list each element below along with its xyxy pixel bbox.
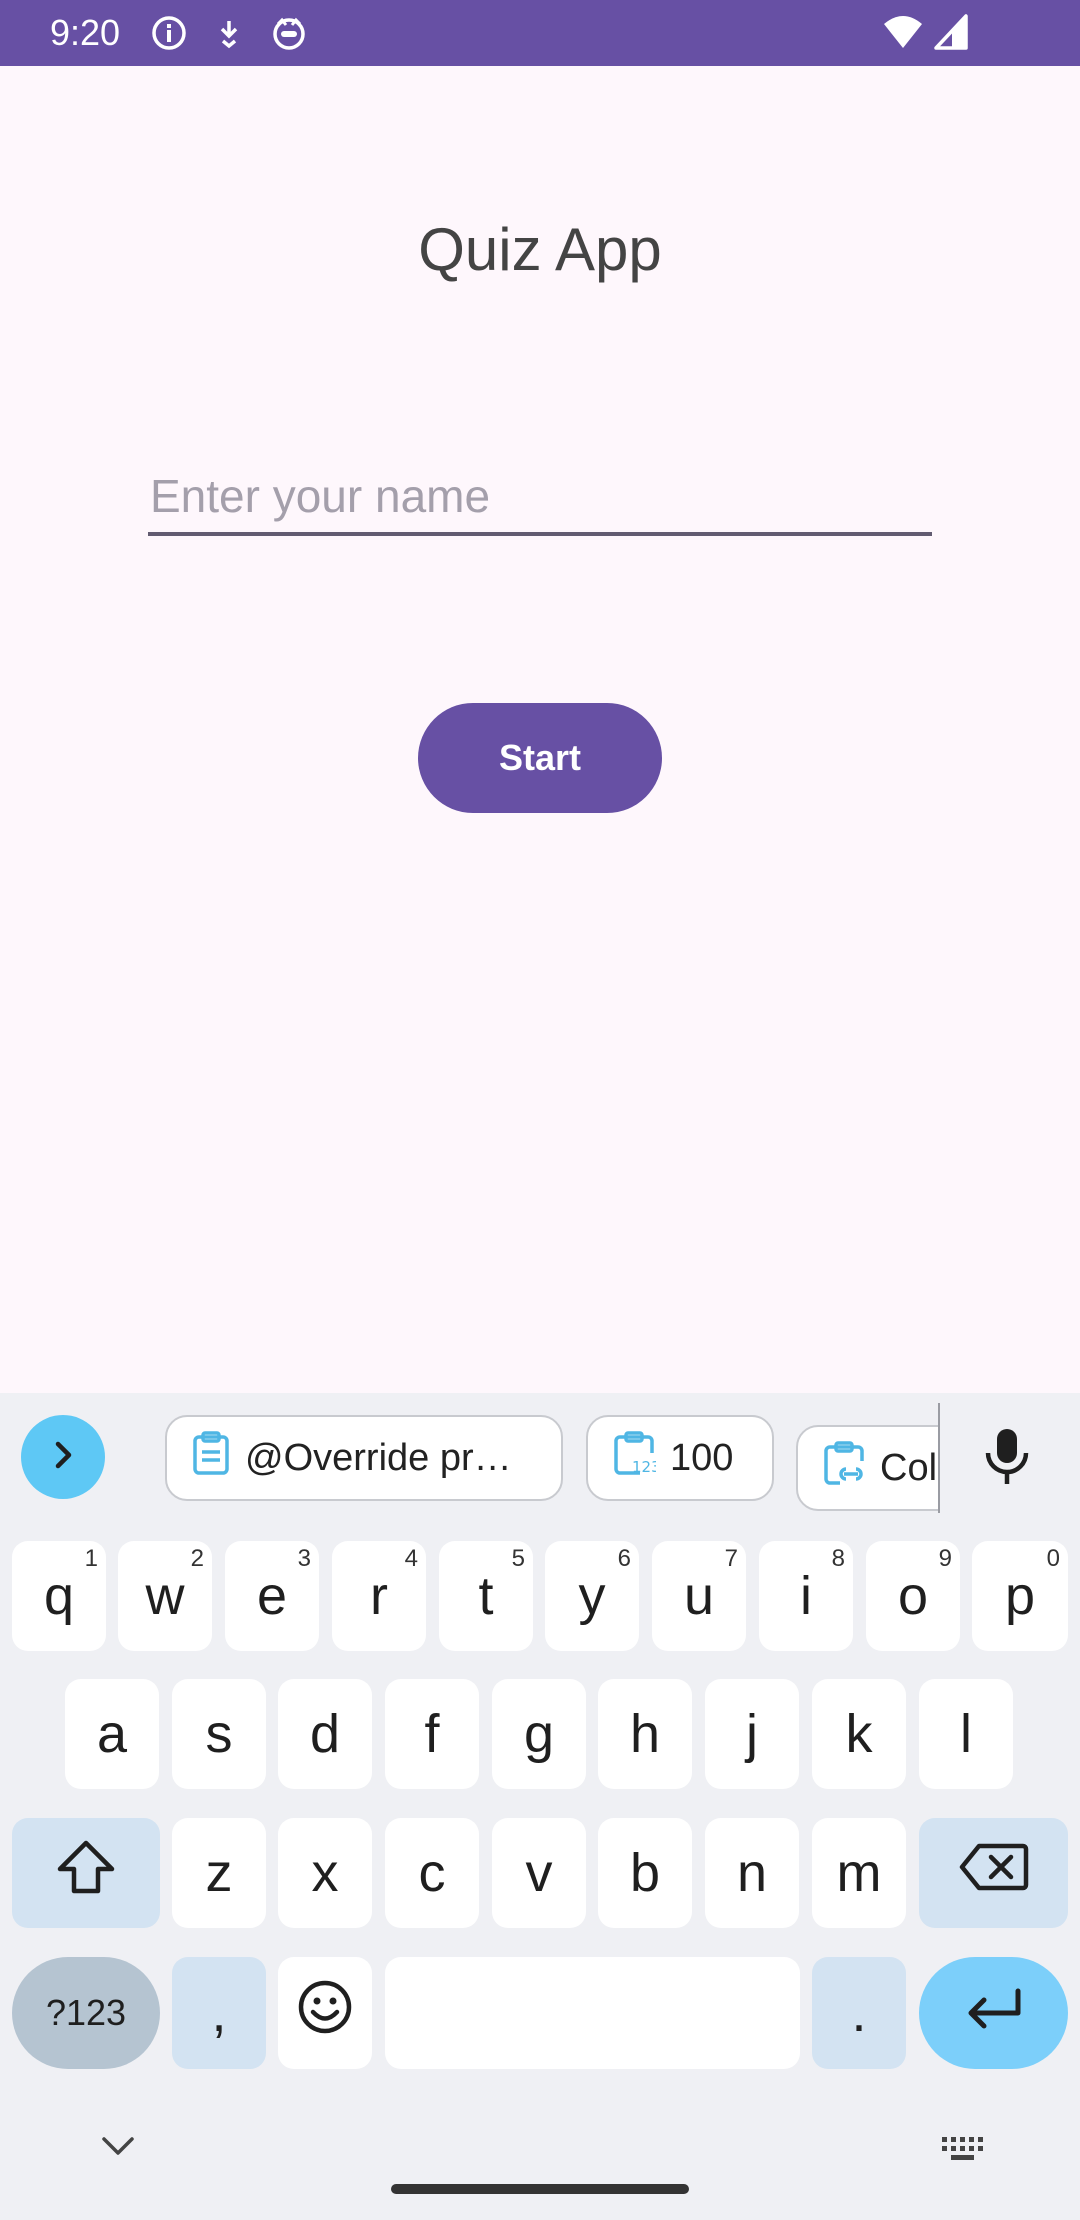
comma-key[interactable]: , bbox=[172, 1957, 266, 2069]
expand-toolbar-button[interactable] bbox=[21, 1415, 105, 1499]
enter-key[interactable] bbox=[919, 1957, 1068, 2069]
key-z[interactable]: z bbox=[172, 1818, 266, 1928]
toolbar-divider bbox=[938, 1403, 940, 1513]
soft-keyboard: @Override pr… 123 100 Col q1 w2 e3 r4 t5… bbox=[0, 1393, 1080, 2220]
key-c[interactable]: c bbox=[385, 1818, 479, 1928]
emoji-key[interactable] bbox=[278, 1957, 372, 2069]
key-f[interactable]: f bbox=[385, 1679, 479, 1789]
start-button[interactable]: Start bbox=[418, 703, 662, 813]
clipboard-icon bbox=[167, 1430, 245, 1486]
key-e[interactable]: e3 bbox=[225, 1541, 319, 1651]
signal-icon bbox=[934, 14, 968, 50]
clipboard-suggestion-chip[interactable]: Col bbox=[796, 1425, 940, 1511]
emoji-icon bbox=[297, 1979, 353, 2048]
key-d[interactable]: d bbox=[278, 1679, 372, 1789]
cat-face-icon bbox=[270, 14, 308, 52]
key-r[interactable]: r4 bbox=[332, 1541, 426, 1651]
symbols-key[interactable]: ?123 bbox=[12, 1957, 160, 2069]
backspace-key[interactable] bbox=[919, 1818, 1068, 1928]
chevron-down-icon[interactable] bbox=[98, 2133, 138, 2164]
wifi-icon bbox=[882, 14, 924, 50]
shift-icon bbox=[56, 1839, 116, 1908]
info-icon bbox=[150, 14, 188, 52]
page-title: Quiz App bbox=[418, 216, 662, 283]
keyboard-switch-icon[interactable] bbox=[940, 2135, 986, 2168]
microphone-icon[interactable] bbox=[982, 1427, 1032, 1492]
key-x[interactable]: x bbox=[278, 1818, 372, 1928]
chevron-right-icon bbox=[46, 1438, 80, 1477]
key-o[interactable]: o9 bbox=[866, 1541, 960, 1651]
key-n[interactable]: n bbox=[705, 1818, 799, 1928]
key-b[interactable]: b bbox=[598, 1818, 692, 1928]
key-a[interactable]: a bbox=[65, 1679, 159, 1789]
status-bar: 9:20 bbox=[0, 0, 1080, 66]
key-i[interactable]: i8 bbox=[759, 1541, 853, 1651]
status-time: 9:20 bbox=[50, 12, 121, 53]
key-w[interactable]: w2 bbox=[118, 1541, 212, 1651]
key-u[interactable]: u7 bbox=[652, 1541, 746, 1651]
clipboard-link-icon bbox=[798, 1440, 880, 1496]
key-p[interactable]: p0 bbox=[972, 1541, 1068, 1651]
key-q[interactable]: q1 bbox=[12, 1541, 106, 1651]
key-k[interactable]: k bbox=[812, 1679, 906, 1789]
period-key[interactable]: . bbox=[812, 1957, 906, 2069]
key-g[interactable]: g bbox=[492, 1679, 586, 1789]
name-input[interactable] bbox=[148, 460, 932, 536]
clipboard-suggestion-chip[interactable]: @Override pr… bbox=[165, 1415, 563, 1501]
key-y[interactable]: y6 bbox=[545, 1541, 639, 1651]
key-t[interactable]: t5 bbox=[439, 1541, 533, 1651]
key-v[interactable]: v bbox=[492, 1818, 586, 1928]
gesture-navigation-bar[interactable] bbox=[391, 2184, 689, 2194]
download-icon bbox=[210, 14, 248, 52]
key-j[interactable]: j bbox=[705, 1679, 799, 1789]
key-h[interactable]: h bbox=[598, 1679, 692, 1789]
suggestion-text: Col bbox=[880, 1446, 938, 1489]
key-s[interactable]: s bbox=[172, 1679, 266, 1789]
space-key[interactable] bbox=[385, 1957, 800, 2069]
backspace-icon bbox=[959, 1842, 1029, 1905]
suggestion-text: @Override pr… bbox=[245, 1436, 512, 1479]
shift-key[interactable] bbox=[12, 1818, 160, 1928]
key-m[interactable]: m bbox=[812, 1818, 906, 1928]
enter-arrow-icon bbox=[964, 1982, 1024, 2044]
key-l[interactable]: l bbox=[919, 1679, 1013, 1789]
